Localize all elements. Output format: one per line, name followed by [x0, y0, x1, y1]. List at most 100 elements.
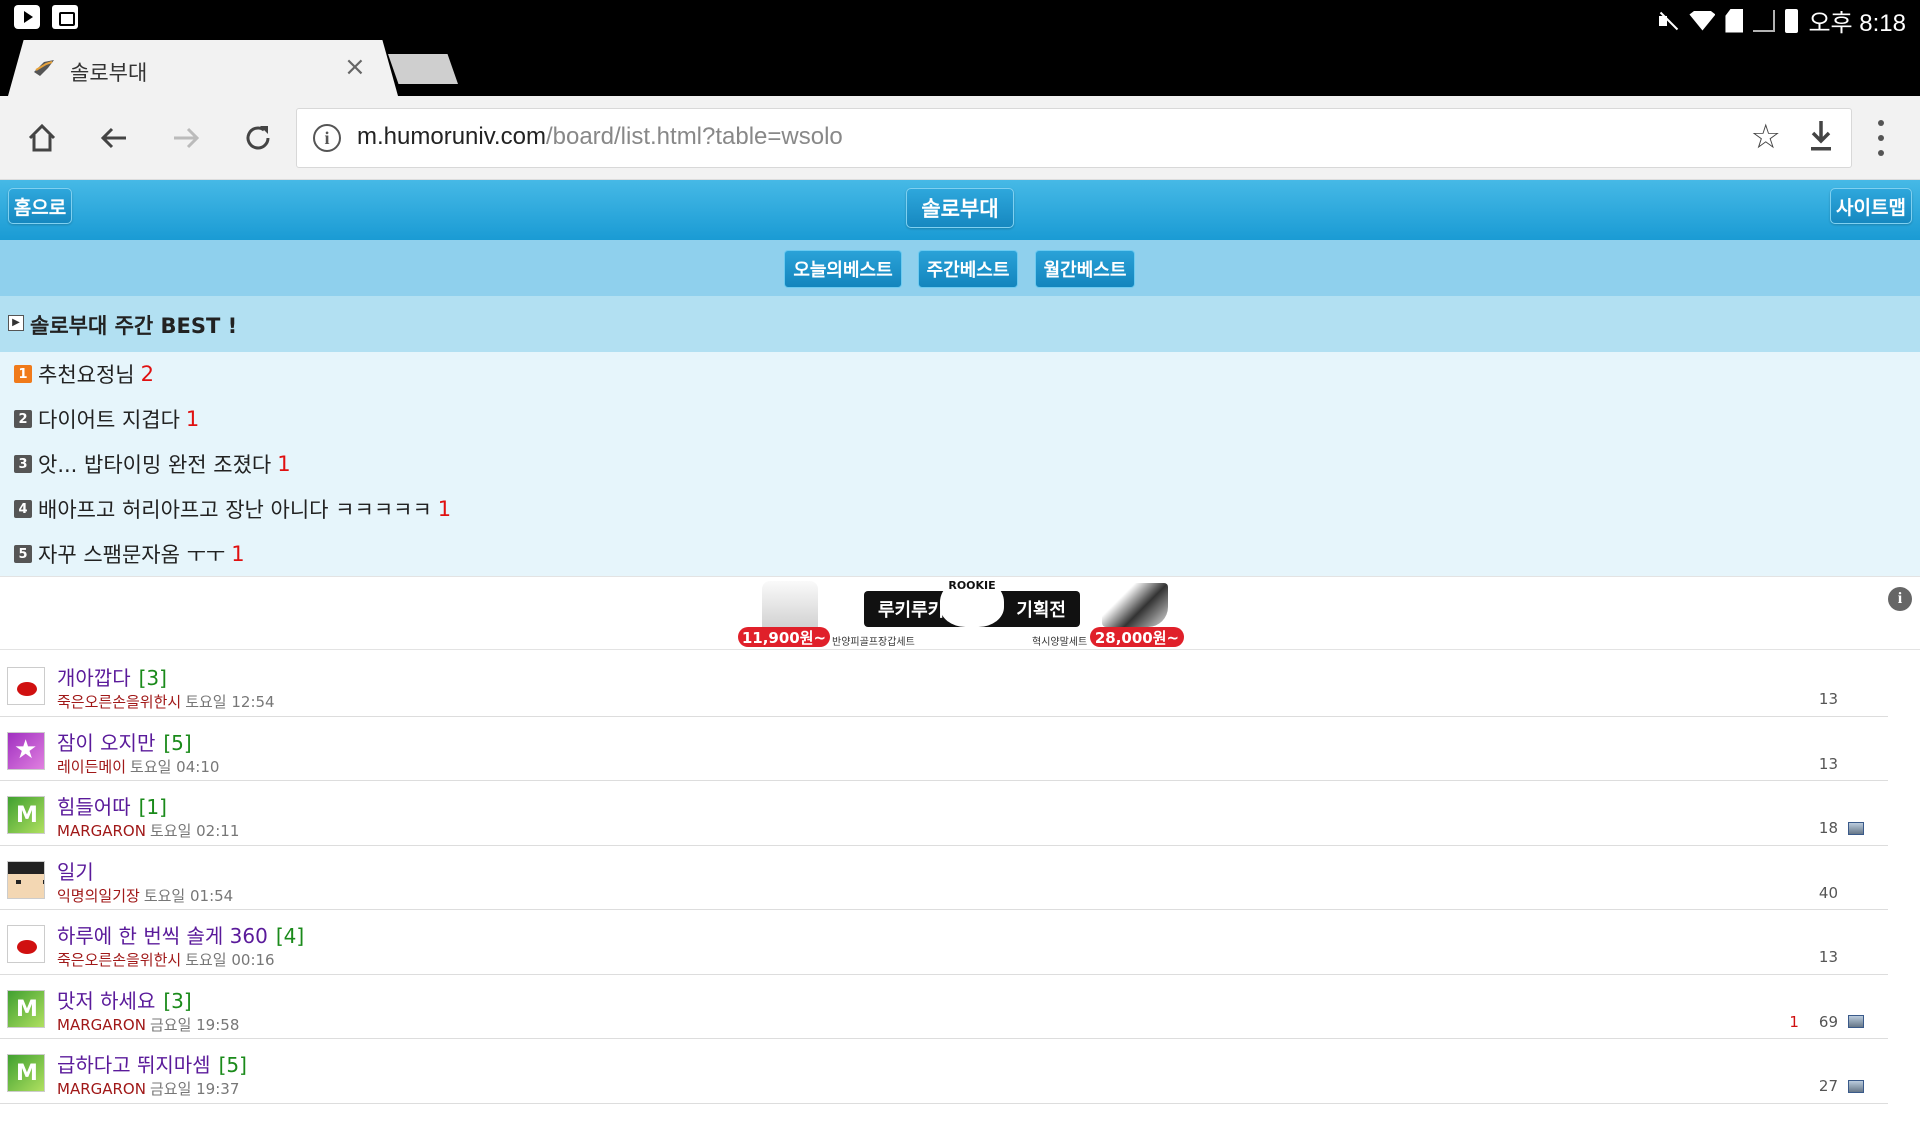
post-title[interactable]: 일기: [57, 856, 102, 885]
avatar: [7, 731, 45, 770]
post-row[interactable]: 힘들어따 [1] MARGARON토요일 02:11 18: [0, 781, 1888, 846]
overflow-menu-icon[interactable]: [1876, 120, 1886, 156]
post-title[interactable]: 하루에 한 번씩 솔게 360 [4]: [57, 920, 304, 949]
best-item-title: 자꾸 스팸문자옴 ㅜㅜ: [38, 543, 226, 567]
comment-count: [3]: [163, 988, 192, 1013]
post-author[interactable]: MARGARON: [57, 822, 146, 840]
post-title[interactable]: 맛저 하세요 [3]: [57, 985, 192, 1014]
best-item[interactable]: 2 다이어트 지겹다 1: [14, 404, 199, 434]
rank-1-icon: 1: [14, 365, 32, 383]
bookmark-star-icon[interactable]: ☆: [1751, 117, 1781, 157]
rank-3-icon: 3: [14, 455, 32, 473]
avatar: [7, 925, 45, 963]
best-item-count: 1: [185, 407, 200, 431]
best-item-title: 다이어트 지겹다: [38, 408, 180, 432]
post-meta: 죽은오른손을위한시 토요일 12:54: [57, 691, 275, 712]
today-best-button[interactable]: 오늘의베스트: [784, 250, 902, 288]
weekly-best-heading: ▶ 솔로부대 주간 BEST !: [0, 296, 1920, 352]
ad-price-right: 28,000원~: [1090, 627, 1184, 647]
view-count: 13: [1818, 754, 1838, 773]
post-row[interactable]: 일기 익명의일기장 토요일 01:54 40: [0, 846, 1888, 910]
best-item-title: 추천요정님: [38, 363, 135, 387]
status-bar: 오후 8:18: [0, 0, 1920, 37]
post-meta: MARGARON 금요일 19:37: [57, 1078, 239, 1099]
site-info-icon[interactable]: i: [313, 124, 341, 152]
post-title-text: 맛저 하세요: [57, 988, 156, 1013]
home-button[interactable]: 홈으로: [8, 188, 72, 224]
best-item-title: 앗... 밥타이밍 완전 조졌다: [38, 453, 272, 477]
post-row[interactable]: 하루에 한 번씩 솔게 360 [4] 죽은오른손을위한시 토요일 00:16 13: [0, 910, 1888, 975]
best-item-count: 2: [140, 362, 154, 386]
golf-glove-image: [762, 581, 818, 631]
best-item[interactable]: 4 배아프고 허리아프고 장난 아니다 ㅋㅋㅋㅋㅋ 1: [14, 494, 451, 524]
comment-count: [4]: [275, 924, 305, 948]
post-stats: 13: [1819, 755, 1864, 773]
ad-label-right: 기획전: [1016, 600, 1066, 621]
board-title-button[interactable]: 솔로부대: [906, 188, 1014, 228]
post-date: 토요일 01:54: [143, 886, 234, 905]
post-title[interactable]: 힘들어따 [1]: [57, 791, 167, 820]
post-title-text: 급하다고 뛰지마셈: [57, 1053, 211, 1077]
post-title-text: 일기: [57, 859, 94, 884]
comment-count: [3]: [138, 666, 167, 690]
image-attached-icon: [1848, 821, 1864, 835]
view-count: 18: [1818, 819, 1838, 837]
monthly-best-button[interactable]: 월간베스트: [1035, 250, 1135, 288]
rank-5-icon: 5: [14, 545, 32, 563]
post-author[interactable]: 죽은오른손을위한시: [57, 693, 181, 711]
view-count: 40: [1818, 883, 1838, 902]
post-row[interactable]: 맛저 하세요 [3] MARGARON금요일 19:58 1 69: [0, 975, 1888, 1039]
post-row[interactable]: 급하다고 뛰지마셈 [5] MARGARON금요일 19:37 27: [0, 1039, 1888, 1104]
arrow-box-icon: ▶: [8, 315, 24, 331]
best-item[interactable]: 5 자꾸 스팸문자옴 ㅜㅜ 1: [14, 539, 245, 569]
home-icon[interactable]: [22, 118, 62, 158]
post-author[interactable]: MARGARON: [57, 1080, 146, 1098]
post-row[interactable]: 잠이 오지만 [5] 레이든메이토요일 04:10 13: [0, 717, 1888, 781]
new-tab-button[interactable]: [388, 54, 458, 84]
weekly-best-button[interactable]: 주간베스트: [918, 250, 1018, 288]
ad-price-left: 11,900원~: [738, 627, 830, 647]
store-notification-icon: [52, 5, 78, 29]
ad-info-icon[interactable]: i: [1888, 587, 1912, 611]
best-item[interactable]: 1 추천요정님 2: [14, 359, 154, 389]
post-author[interactable]: 죽은오른손을위한시: [57, 951, 181, 969]
post-title[interactable]: 급하다고 뛰지마셈 [5]: [57, 1049, 247, 1078]
avatar: [7, 1054, 45, 1092]
reload-icon[interactable]: [238, 118, 278, 158]
favicon-icon: [34, 60, 54, 76]
url-text[interactable]: m.humoruniv.com/board/list.html?table=ws…: [357, 123, 843, 151]
download-icon[interactable]: [1807, 119, 1835, 153]
tab-strip: 솔로부대 ×: [0, 36, 1920, 96]
post-stats: 13: [1819, 690, 1864, 708]
post-title-text: 하루에 한 번씩 솔게 360: [57, 924, 268, 948]
forward-icon[interactable]: [166, 118, 206, 158]
address-bar[interactable]: i m.humoruniv.com/board/list.html?table=…: [296, 108, 1852, 168]
socks-image: [1102, 583, 1168, 627]
recommend-count: 1: [1789, 1012, 1799, 1031]
image-attached-icon: [1848, 1015, 1864, 1028]
wifi-icon: [1689, 10, 1716, 31]
comment-count: [5]: [218, 1053, 247, 1077]
comment-count: [1]: [138, 795, 167, 819]
post-date: 토요일 04:10: [130, 757, 220, 776]
back-icon[interactable]: [94, 118, 134, 158]
post-author[interactable]: MARGARON: [57, 1016, 146, 1034]
post-stats: 27: [1819, 1077, 1864, 1095]
post-date: 토요일 02:11: [149, 822, 240, 840]
post-author[interactable]: 레이든메이: [57, 758, 126, 776]
best-item-title: 배아프고 허리아프고 장난 아니다 ㅋㅋㅋㅋㅋ: [38, 498, 432, 522]
view-count: 13: [1818, 690, 1838, 708]
post-title[interactable]: 개아깝다 [3]: [57, 662, 167, 691]
sitemap-button[interactable]: 사이트맵: [1830, 188, 1912, 224]
post-date: 토요일 00:16: [185, 951, 275, 969]
post-meta: 레이든메이 토요일 04:10: [57, 756, 219, 777]
ad-label-left: 루키루키: [878, 600, 945, 621]
close-tab-icon[interactable]: ×: [344, 52, 366, 82]
post-author[interactable]: 익명의일기장: [57, 887, 140, 905]
ad-banner[interactable]: 11,900원~ 반양피골프장갑세트 루키루키 기획전 ROOKIE 혁시양말세…: [0, 576, 1920, 650]
browser-tab[interactable]: 솔로부대 ×: [8, 40, 398, 96]
best-item[interactable]: 3 앗... 밥타이밍 완전 조졌다 1: [14, 449, 291, 479]
post-row[interactable]: 개아깝다 [3] 죽은오른손을위한시 토요일 12:54 13: [0, 652, 1888, 717]
youtube-notification-icon: [14, 5, 40, 29]
post-title[interactable]: 잠이 오지만 [5]: [57, 727, 192, 756]
